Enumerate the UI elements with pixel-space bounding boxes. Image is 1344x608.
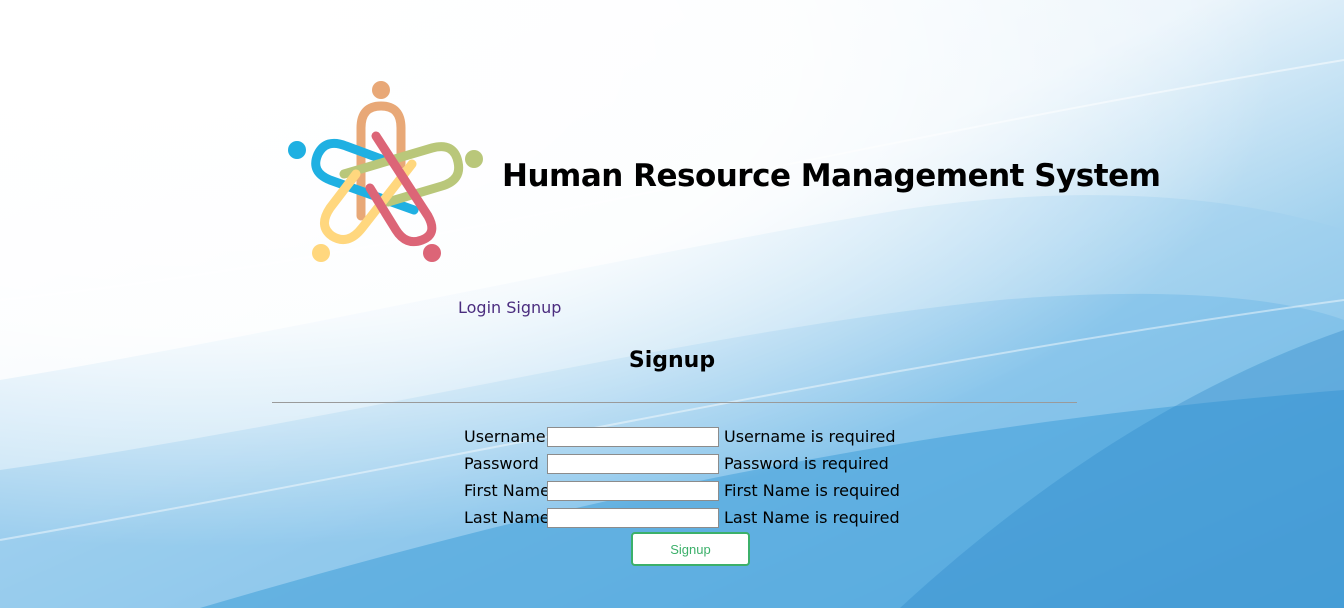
auth-nav: Login Signup (458, 298, 561, 317)
signup-link[interactable]: Signup (506, 298, 561, 317)
last-name-field[interactable] (547, 508, 719, 528)
form-row-password: Password Password is required (464, 453, 924, 475)
page-content: Human Resource Management System Login S… (0, 0, 1344, 608)
people-paperclip-logo-icon (288, 81, 483, 262)
first-name-label: First Name (464, 481, 550, 500)
password-error: Password is required (724, 454, 889, 473)
divider (272, 402, 1077, 403)
username-error: Username is required (724, 427, 896, 446)
form-row-first-name: First Name First Name is required (464, 480, 924, 502)
password-field[interactable] (547, 454, 719, 474)
form-title: Signup (628, 348, 716, 373)
last-name-error: Last Name is required (724, 508, 900, 527)
form-row-last-name: Last Name Last Name is required (464, 507, 924, 529)
username-label: Username (464, 427, 546, 446)
first-name-error: First Name is required (724, 481, 900, 500)
app-title: Human Resource Management System (502, 158, 1161, 194)
form-row-username: Username Username is required (464, 426, 924, 448)
password-label: Password (464, 454, 539, 473)
login-link[interactable]: Login (458, 298, 501, 317)
username-field[interactable] (547, 427, 719, 447)
signup-button[interactable]: Signup (631, 532, 750, 566)
first-name-field[interactable] (547, 481, 719, 501)
last-name-label: Last Name (464, 508, 550, 527)
